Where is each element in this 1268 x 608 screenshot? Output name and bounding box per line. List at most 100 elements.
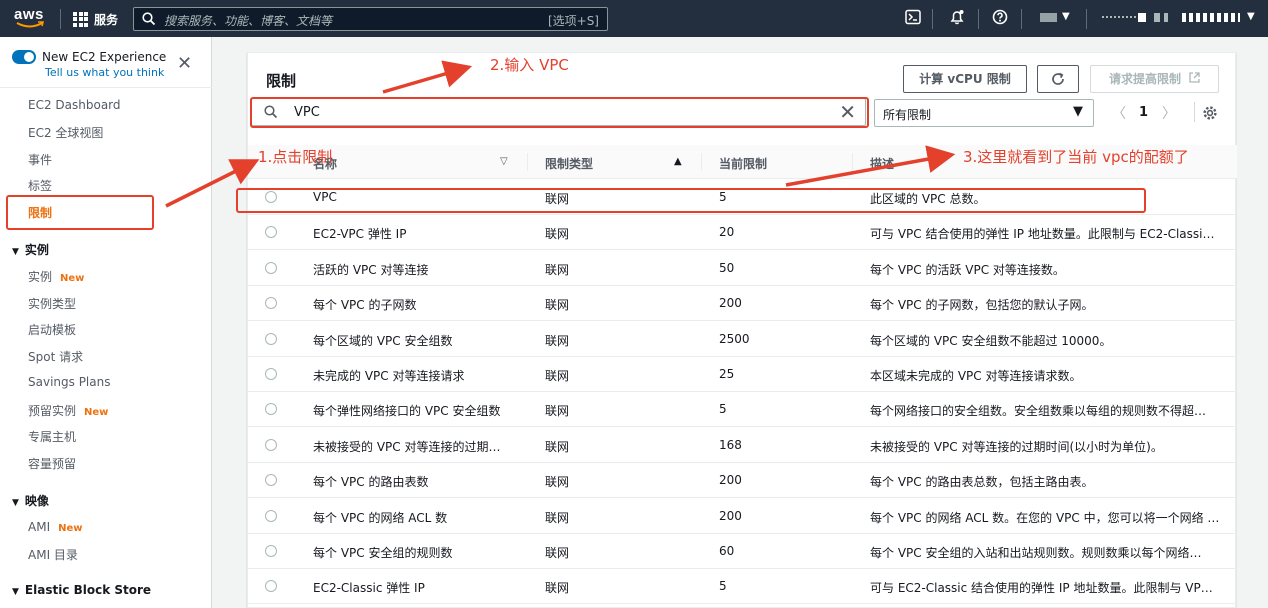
cell-current-limit: 25 xyxy=(719,367,735,381)
sort-ascending-icon[interactable]: ▲ xyxy=(674,156,682,167)
sidebar-section-instances[interactable]: ▼ 实例 xyxy=(12,241,49,258)
help-icon[interactable] xyxy=(990,9,1010,29)
table-row[interactable]: 每个 VPC 的路由表数 联网 200 每个 VPC 的路由表总数，包括主路由表。 xyxy=(248,463,1237,499)
row-select-radio[interactable] xyxy=(265,509,277,522)
row-select-radio[interactable] xyxy=(265,226,277,239)
row-select-radio[interactable] xyxy=(265,438,277,451)
aws-smile-icon xyxy=(16,21,44,28)
sidebar-item-spot-requests[interactable]: Spot 请求 xyxy=(28,348,83,365)
sidebar-item-reserved-instances[interactable]: 预留实例 New xyxy=(28,402,108,419)
annotation-box-search xyxy=(250,97,869,128)
caret-down-icon: ▼ xyxy=(1062,11,1070,22)
cell-current-limit: 60 xyxy=(719,544,735,558)
sidebar-item-instances[interactable]: 实例 New xyxy=(28,268,84,285)
table-row[interactable]: 未完成的 VPC 对等连接请求 联网 25 本区域未完成的 VPC 对等连接请求数。 xyxy=(248,357,1237,392)
refresh-button[interactable] xyxy=(1037,65,1079,93)
calculate-vcpu-limit-button[interactable]: 计算 vCPU 限制 xyxy=(903,65,1027,93)
cell-current-limit: 50 xyxy=(719,260,735,275)
table-row[interactable]: 每个 VPC 安全组的规则数 联网 60 每个 VPC 安全组的入站和出站规则数。规则… xyxy=(248,534,1237,569)
sidebar-item-ami[interactable]: AMI New xyxy=(28,520,83,534)
cell-limit-type: 联网 xyxy=(545,298,570,313)
close-icon[interactable]: ✕ xyxy=(177,55,192,73)
account-redacted xyxy=(1164,13,1168,22)
annotation-step-2: 2.输入 VPC xyxy=(490,56,569,74)
divider xyxy=(978,9,979,29)
sidebar-item-launch-templates[interactable]: 启动模板 xyxy=(28,321,76,338)
section-title: 映像 xyxy=(24,494,49,508)
page-number[interactable]: 1 xyxy=(1139,105,1148,120)
search-placeholder: 搜索服务、功能、博客、文档等 xyxy=(164,14,333,28)
previous-page-icon[interactable]: 〈 xyxy=(1112,103,1126,123)
sidebar-section-images[interactable]: ▼ 映像 xyxy=(12,492,49,509)
sidebar-section-ebs[interactable]: ▼ Elastic Block Store xyxy=(12,583,151,597)
cell-limit-type: 联网 xyxy=(545,333,570,348)
notifications-bell-icon[interactable] xyxy=(947,9,967,29)
cell-current-limit: 200 xyxy=(719,473,742,488)
cell-current-limit: 200 xyxy=(719,296,742,311)
row-select-radio[interactable] xyxy=(265,368,277,380)
sidebar-item-dedicated-hosts[interactable]: 专属主机 xyxy=(28,428,76,445)
request-limit-increase-button[interactable]: 请求提高限制 xyxy=(1090,65,1219,93)
sidebar-item-ami-catalog[interactable]: AMI 目录 xyxy=(28,546,78,563)
table-row[interactable]: 每个 VPC 的子网数 联网 200 每个 VPC 的子网数，包括您的默认子网。 xyxy=(248,286,1237,322)
table-row[interactable]: 活跃的 VPC 对等连接 联网 50 每个 VPC 的活跃 VPC 对等连接数。 xyxy=(248,251,1237,286)
sidebar-item-instance-types[interactable]: 实例类型 xyxy=(28,295,76,312)
cell-description: 每个 VPC 的路由表总数，包括主路由表。 xyxy=(870,475,1094,490)
table-row[interactable]: 每个 VPC 的网络 ACL 数 联网 200 每个 VPC 的网络 ACL 数。在您… xyxy=(248,499,1237,534)
services-menu-button[interactable]: 服务 xyxy=(73,10,118,28)
table-row[interactable]: EC2-VPC 弹性 IP 联网 20 可与 VPC 结合使用的弹性 IP 地址数量。… xyxy=(248,215,1237,251)
cloudshell-icon[interactable] xyxy=(903,9,923,29)
cell-current-limit: 20 xyxy=(719,225,735,240)
row-select-radio[interactable] xyxy=(265,580,277,593)
divider xyxy=(1194,102,1195,122)
row-select-radio[interactable] xyxy=(265,332,277,345)
row-select-radio[interactable] xyxy=(265,545,277,557)
sidebar-item-savings-plans[interactable]: Savings Plans xyxy=(28,375,110,389)
row-select-radio[interactable] xyxy=(265,261,277,274)
divider xyxy=(932,9,933,29)
sort-caret-icon[interactable]: ▽ xyxy=(500,156,508,167)
sidebar-item-capacity-reservations[interactable]: 容量预留 xyxy=(28,455,76,472)
row-select-radio[interactable] xyxy=(265,403,277,416)
cell-current-limit: 5 xyxy=(719,402,727,417)
column-header-limit-type[interactable]: 限制类型 xyxy=(545,155,593,172)
cell-name: 活跃的 VPC 对等连接 xyxy=(313,262,429,277)
account-menu-button[interactable]: ▼ xyxy=(1102,10,1258,28)
settings-gear-icon[interactable] xyxy=(1202,105,1218,125)
sidebar-item-tags[interactable]: 标签 xyxy=(28,177,52,194)
row-select-radio[interactable] xyxy=(265,297,277,310)
annotation-step-1: 1.点击限制 xyxy=(258,148,333,166)
cell-description: 未被接受的 VPC 对等连接的过期时间(以小时为单位)。 xyxy=(870,439,1163,454)
limit-filter-select[interactable]: 所有限制 ▼ xyxy=(874,99,1094,127)
sidebar-item-ec2-dashboard[interactable]: EC2 Dashboard xyxy=(28,98,121,112)
divider xyxy=(527,153,528,171)
cell-name: 每个 VPC 的网络 ACL 数 xyxy=(313,510,448,525)
table-row[interactable]: 未被接受的 VPC 对等连接的过期… 联网 168 未被接受的 VPC 对等连接的过期… xyxy=(248,428,1237,463)
services-label: 服务 xyxy=(94,12,119,27)
region-redacted xyxy=(1040,13,1057,22)
next-page-icon[interactable]: 〉 xyxy=(1162,103,1176,123)
caret-down-icon: ▼ xyxy=(1073,104,1083,119)
sidebar-item-global-view[interactable]: EC2 全球视图 xyxy=(28,124,103,141)
account-redacted xyxy=(1102,16,1136,19)
feedback-link[interactable]: Tell us what you think xyxy=(45,66,164,79)
cell-description: 可与 EC2-Classic 结合使用的弹性 IP 地址数量。此限制与 VPC… xyxy=(870,581,1220,596)
region-menu-button[interactable]: ▼ xyxy=(1040,10,1076,28)
aws-logo[interactable]: aws xyxy=(14,6,48,30)
divider xyxy=(1021,9,1022,29)
row-select-radio[interactable] xyxy=(265,474,277,487)
column-header-description[interactable]: 描述 xyxy=(870,155,894,172)
new-badge: New xyxy=(60,273,85,284)
cell-limit-type: 联网 xyxy=(545,439,570,454)
divider xyxy=(701,153,702,171)
table-row[interactable]: 每个区域的 VPC 安全组数 联网 2500 每个区域的 VPC 安全组数不能超过 1… xyxy=(248,322,1237,357)
column-header-current-limit[interactable]: 当前限制 xyxy=(719,155,767,172)
sidebar-item-events[interactable]: 事件 xyxy=(28,151,52,168)
new-experience-toggle[interactable] xyxy=(12,50,36,64)
global-search-input[interactable]: 搜索服务、功能、博客、文档等 [选项+S] xyxy=(133,7,608,31)
annotation-box-vpc-row xyxy=(236,188,1146,213)
table-row[interactable]: EC2-Classic 弹性 IP 联网 5 可与 EC2-Classic 结合使用的… xyxy=(248,569,1237,605)
cell-name: 未被接受的 VPC 对等连接的过期… xyxy=(313,439,501,454)
top-navigation-bar: aws 服务 搜索服务、功能、博客、文档等 [选项+S] ▼ ▼ xyxy=(0,0,1268,37)
table-row[interactable]: 每个弹性网络接口的 VPC 安全组数 联网 5 每个网络接口的安全组数。安全组数乘以每… xyxy=(248,392,1237,428)
